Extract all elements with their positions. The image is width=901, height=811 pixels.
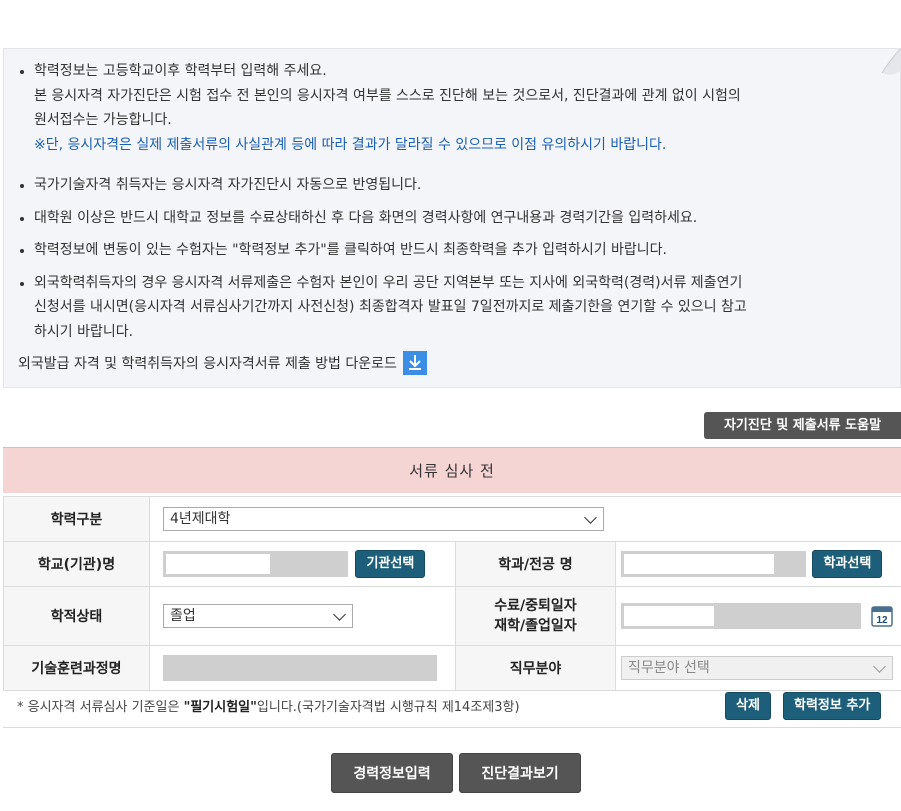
date-label-line-1: 수료/중퇴일자 (494, 598, 577, 614)
add-education-button[interactable]: 학력정보 추가 (783, 692, 882, 720)
notice-list: 학력정보는 고등학교이후 학력부터 입력해 주세요. 본 응시자격 자가진단은 … (18, 59, 868, 344)
download-icon[interactable] (402, 351, 427, 375)
note-suffix: 입니다.(국가기술자격법 시행규칙 제14조제3항) (256, 700, 520, 715)
status-value: 졸업 (170, 608, 196, 624)
career-input-button[interactable]: 경력정보입력 (331, 753, 453, 793)
school-input[interactable] (163, 551, 348, 577)
chevron-down-icon (333, 608, 346, 621)
job-field-label: 직무분야 (455, 645, 616, 691)
note-prefix: * 응시자격 서류심사 기준일은 (17, 700, 184, 715)
notice-item-1: 학력정보는 고등학교이후 학력부터 입력해 주세요. 본 응시자격 자가진단은 … (18, 59, 868, 157)
notice-item-3: 대학원 이상은 반드시 대학교 정보를 수료상태하신 후 다음 화면의 경력사항… (18, 206, 868, 231)
notice-item-2: 국가기술자격 취득자는 응시자격 자가진단시 자동으로 반영됩니다. (18, 173, 868, 198)
school-cell: 기관선택 (149, 541, 456, 587)
notice-item-4: 학력정보에 변동이 있는 수험자는 "학력정보 추가"를 클릭하여 반드시 최종… (18, 238, 868, 263)
section-title: 서류 심사 전 (3, 447, 901, 493)
education-type-cell: 4년제대학 (148, 496, 901, 542)
diagnosis-result-button[interactable]: 진단결과보기 (459, 753, 581, 793)
education-type-label: 학력구분 (3, 496, 150, 542)
status-cell: 졸업 (149, 586, 456, 646)
form-row-training: 기술훈련과정명 직무분야 직무분야 선택 (3, 645, 901, 691)
date-input[interactable] (621, 603, 861, 629)
training-cell (149, 645, 456, 691)
notice-text: 원서접수는 가능합니다. (34, 112, 172, 128)
job-field-placeholder: 직무분야 선택 (628, 660, 710, 676)
chevron-down-icon (873, 660, 886, 673)
education-type-value: 4년제대학 (170, 511, 231, 527)
school-label: 학교(기관)명 (3, 541, 150, 587)
major-input[interactable] (621, 551, 806, 577)
notice-text: 신청서를 내시면(응시자격 서류심사기간까지 사전신청) 최종합격자 발표일 7… (34, 299, 747, 315)
notice-box: 학력정보는 고등학교이후 학력부터 입력해 주세요. 본 응시자격 자가진단은 … (3, 48, 901, 388)
major-label: 학과/전공 명 (455, 541, 616, 587)
school-select-button[interactable]: 기관선택 (355, 550, 426, 578)
major-cell: 학과선택 (614, 541, 901, 587)
date-cell: 12 (614, 586, 901, 646)
notice-warning: ※단, 응시자격은 실제 제출서류의 사실관계 등에 따라 결과가 달라질 수 … (34, 136, 667, 153)
download-label[interactable]: 외국발급 자격 및 학력취득자의 응시자격서류 제출 방법 다운로드 (18, 353, 397, 373)
calendar-icon[interactable]: 12 (871, 605, 894, 627)
date-label: 수료/중퇴일자 재학/졸업일자 (455, 586, 616, 646)
form-row-status: 학적상태 졸업 수료/중퇴일자 재학/졸업일자 12 (3, 586, 901, 646)
status-label: 학적상태 (3, 586, 150, 646)
form-row-education-type: 학력구분 4년제대학 (3, 496, 901, 542)
job-field-select[interactable]: 직무분야 선택 (621, 656, 893, 680)
note-row: * 응시자격 서류심사 기준일은 "필기시험일"입니다.(국가기술자격법 시행규… (3, 686, 901, 728)
help-button[interactable]: 자기진단 및 제출서류 도움말 (704, 412, 901, 439)
note-bold: "필기시험일" (183, 700, 257, 715)
download-link[interactable]: 외국발급 자격 및 학력취득자의 응시자격서류 제출 방법 다운로드 (18, 351, 427, 375)
form-row-school: 학교(기관)명 기관선택 학과/전공 명 학과선택 (3, 541, 901, 587)
training-input (163, 655, 437, 681)
calendar-day: 12 (877, 615, 889, 626)
notice-item-5: 외국학력취득자의 경우 응시자격 서류제출은 수험자 본인이 우리 공단 지역본… (18, 271, 868, 345)
education-type-select[interactable]: 4년제대학 (163, 507, 604, 531)
chevron-down-icon (584, 511, 597, 524)
page-curl-icon (881, 49, 900, 75)
notice-text: 외국학력취득자의 경우 응시자격 서류제출은 수험자 본인이 우리 공단 지역본… (34, 274, 743, 291)
notice-text: 하시기 바랍니다. (34, 323, 134, 340)
major-select-button[interactable]: 학과선택 (812, 550, 883, 578)
education-form: 학력구분 4년제대학 학교(기관)명 기관선택 학과/전공 명 학과선택 학적상… (3, 496, 901, 691)
note-text: * 응시자격 서류심사 기준일은 "필기시험일"입니다.(국가기술자격법 시행규… (17, 696, 520, 715)
job-field-cell: 직무분야 선택 (614, 645, 901, 691)
notice-text: 학력정보는 고등학교이후 학력부터 입력해 주세요. (34, 63, 327, 79)
training-label: 기술훈련과정명 (3, 645, 150, 691)
notice-text: 본 응시자격 자가진단은 시험 접수 전 본인의 응시자격 여부를 스스로 진단… (34, 87, 741, 104)
status-select[interactable]: 졸업 (163, 604, 353, 628)
delete-button[interactable]: 삭제 (725, 692, 771, 720)
date-label-line-2: 재학/졸업일자 (494, 618, 577, 634)
